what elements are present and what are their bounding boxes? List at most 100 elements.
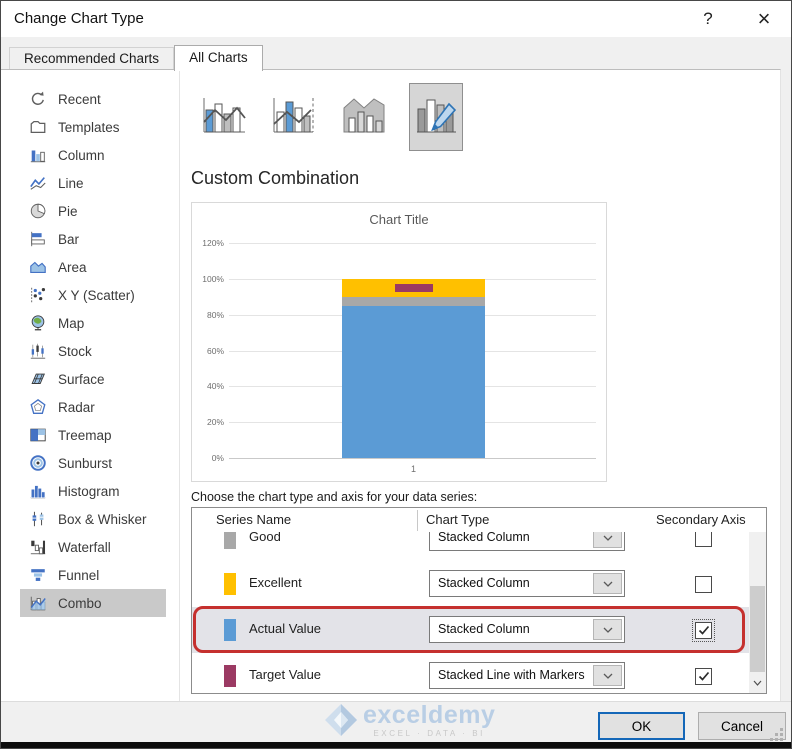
change-chart-type-dialog: Change Chart Type ? × Recommended Charts… — [0, 0, 792, 749]
sidebar-item-stock[interactable]: Stock — [20, 337, 166, 365]
dropdown-chevron-icon[interactable] — [593, 532, 622, 548]
table-scrollbar[interactable] — [749, 508, 766, 693]
sidebar-item-label: Recent — [58, 91, 101, 107]
series-row-excellent: Excellent Stacked Column — [192, 561, 749, 607]
sidebar-item-label: X Y (Scatter) — [58, 287, 135, 303]
header-separator — [417, 510, 418, 531]
y-tick-label: 60% — [206, 345, 224, 356]
series-color-swatch — [224, 619, 236, 641]
dropdown-chevron-icon[interactable] — [593, 619, 622, 640]
sidebar-item-label: Waterfall — [58, 539, 111, 555]
ok-button[interactable]: OK — [598, 712, 685, 740]
sidebar-item-histogram[interactable]: Histogram — [20, 477, 166, 505]
sidebar-item-line[interactable]: Line — [20, 169, 166, 197]
sidebar-item-funnel[interactable]: Funnel — [20, 561, 166, 589]
bottom-bar — [1, 742, 791, 748]
series-row-good: Good Stacked Column — [192, 532, 749, 561]
sidebar-item-templates[interactable]: Templates — [20, 113, 166, 141]
scrollbar-thumb[interactable] — [750, 586, 765, 672]
map-icon — [28, 313, 48, 333]
dialog-content: Recent Templates Column Line Pie Bar Area X Y (… — [1, 69, 781, 701]
series-table-instruction: Choose the chart type and axis for your … — [191, 490, 478, 504]
sidebar-item-box-whisker[interactable]: Box & Whisker — [20, 505, 166, 533]
exceldemy-watermark: exceldemy EXCEL · DATA · BI — [323, 702, 495, 743]
exceldemy-logo-icon — [323, 702, 359, 743]
sidebar-item-label: Surface — [58, 371, 105, 387]
tab-recommended-charts[interactable]: Recommended Charts — [9, 47, 175, 69]
sidebar-item-area[interactable]: Area — [20, 253, 166, 281]
sidebar-item-waterfall[interactable]: Waterfall — [20, 533, 166, 561]
chart-preview: Chart Title 0% 20% 40% 60% 80% 100% 120% 1 — [191, 202, 607, 482]
treemap-icon — [28, 425, 48, 445]
area-icon — [28, 257, 48, 277]
sidebar-item-pie[interactable]: Pie — [20, 197, 166, 225]
subtype-clustered-column-line-secondary-axis[interactable] — [269, 83, 319, 151]
secondary-axis-checkbox[interactable] — [695, 576, 712, 593]
secondary-axis-checkbox[interactable] — [695, 532, 712, 547]
series-row-target-value: Target Value Stacked Line with Markers — [192, 653, 749, 693]
sidebar-item-map[interactable]: Map — [20, 309, 166, 337]
chart-type-dropdown[interactable]: Stacked Column — [429, 532, 625, 551]
sidebar-item-sunburst[interactable]: Sunburst — [20, 449, 166, 477]
subtype-custom-combination[interactable] — [409, 83, 463, 151]
y-tick-label: 100% — [202, 273, 224, 284]
chart-type-value: Stacked Column — [438, 532, 530, 544]
subtype-clustered-column-line[interactable] — [199, 83, 249, 151]
sidebar-item-column[interactable]: Column — [20, 141, 166, 169]
y-tick-label: 80% — [206, 309, 224, 320]
stock-icon — [28, 341, 48, 361]
scatter-icon — [28, 285, 48, 305]
waterfall-icon — [28, 537, 48, 557]
sidebar-item-recent[interactable]: Recent — [20, 85, 166, 113]
tab-all-charts[interactable]: All Charts — [174, 45, 263, 71]
sidebar-item-label: Combo — [58, 595, 102, 611]
sidebar-item-label: Templates — [58, 119, 120, 135]
sidebar-item-label: Funnel — [58, 567, 100, 583]
sidebar-item-surface[interactable]: Surface — [20, 365, 166, 393]
secondary-axis-checkbox[interactable] — [695, 668, 712, 685]
close-button[interactable]: × — [747, 5, 781, 33]
chart-type-sidebar: Recent Templates Column Line Pie Bar Area X Y (… — [1, 70, 180, 701]
sidebar-item-label: Line — [58, 175, 84, 191]
bar-icon — [28, 229, 48, 249]
secondary-axis-checkbox[interactable] — [692, 619, 715, 642]
clustered-column-line-icon — [201, 94, 247, 141]
dropdown-chevron-icon[interactable] — [593, 665, 622, 686]
chart-type-dropdown[interactable]: Stacked Column — [429, 570, 625, 597]
histogram-icon — [28, 481, 48, 501]
chart-type-dropdown[interactable]: Stacked Column — [429, 616, 625, 643]
chart-type-dropdown[interactable]: Stacked Line with Markers — [429, 662, 625, 689]
sidebar-item-label: Treemap — [58, 427, 112, 443]
sidebar-item-combo[interactable]: Combo — [20, 589, 166, 617]
sidebar-item-label: Box & Whisker — [58, 511, 147, 527]
dropdown-chevron-icon[interactable] — [593, 573, 622, 594]
sidebar-item-label: Sunburst — [58, 455, 113, 471]
x-tick-label: 1 — [410, 464, 416, 474]
gridline — [229, 458, 596, 459]
column-icon — [28, 145, 48, 165]
series-name: Good — [249, 532, 281, 544]
sidebar-item-x-y-scatter[interactable]: X Y (Scatter) — [20, 281, 166, 309]
sidebar-item-label: Radar — [58, 399, 95, 415]
chart-type-value: Stacked Column — [438, 576, 530, 590]
series-table-header: Series Name Chart Type Secondary Axis — [192, 508, 766, 532]
sidebar-item-radar[interactable]: Radar — [20, 393, 166, 421]
series-name: Target Value — [249, 667, 322, 682]
scroll-down-button[interactable] — [749, 672, 766, 693]
help-button[interactable]: ? — [691, 5, 725, 33]
stacked-area-clustered-column-icon — [341, 94, 387, 141]
chart-type-value: Stacked Column — [438, 622, 530, 636]
subtype-stacked-area-clustered-column[interactable] — [339, 83, 389, 151]
series-table: Series Name Chart Type Secondary Axis Go… — [191, 507, 767, 694]
line-icon — [28, 173, 48, 193]
series-name: Excellent — [249, 575, 302, 590]
sidebar-item-treemap[interactable]: Treemap — [20, 421, 166, 449]
sidebar-item-bar[interactable]: Bar — [20, 225, 166, 253]
watermark-brand: exceldemy — [363, 701, 496, 729]
recent-icon — [28, 89, 48, 109]
templates-icon — [28, 117, 48, 137]
series-color-swatch — [224, 532, 236, 549]
series-table-rows: Good Stacked Column Excellent Stacked Colum… — [192, 532, 749, 693]
sidebar-item-label: Column — [58, 147, 105, 163]
sidebar-item-label: Histogram — [58, 483, 120, 499]
